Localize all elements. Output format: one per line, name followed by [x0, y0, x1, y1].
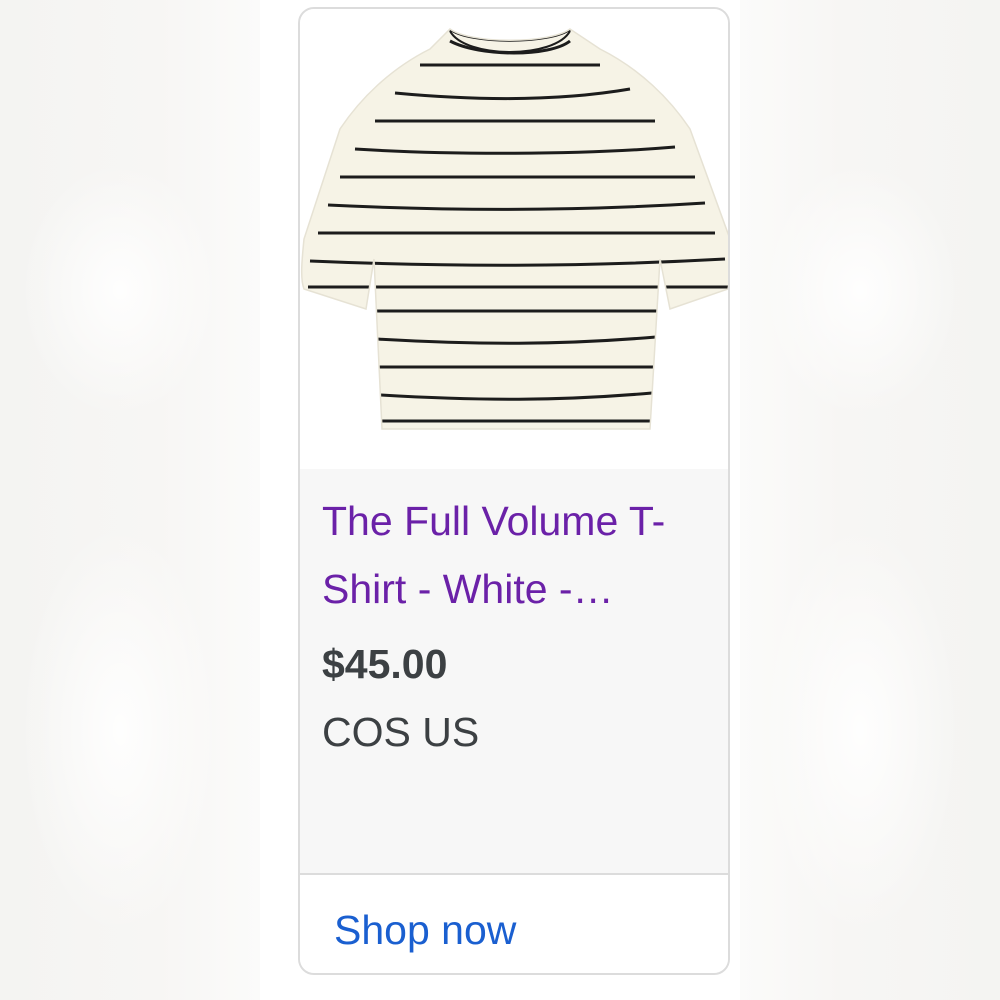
product-image[interactable]	[300, 9, 728, 469]
background-glow	[20, 160, 220, 420]
background-glow	[760, 160, 960, 420]
background-glow	[760, 520, 960, 940]
store-name: COS US	[322, 709, 480, 755]
right-blurred-background	[740, 0, 1000, 1000]
product-title[interactable]: The Full Volume T-Shirt - White -…	[322, 487, 712, 623]
shop-now-link[interactable]: Shop now	[334, 907, 516, 954]
card-footer: Shop now	[300, 873, 728, 973]
left-blurred-background	[0, 0, 260, 1000]
product-price: $45.00	[322, 641, 448, 687]
product-card[interactable]: The Full Volume T-Shirt - White -… $45.0…	[298, 7, 730, 975]
background-glow	[20, 520, 220, 940]
striped-tshirt-image	[300, 9, 728, 469]
